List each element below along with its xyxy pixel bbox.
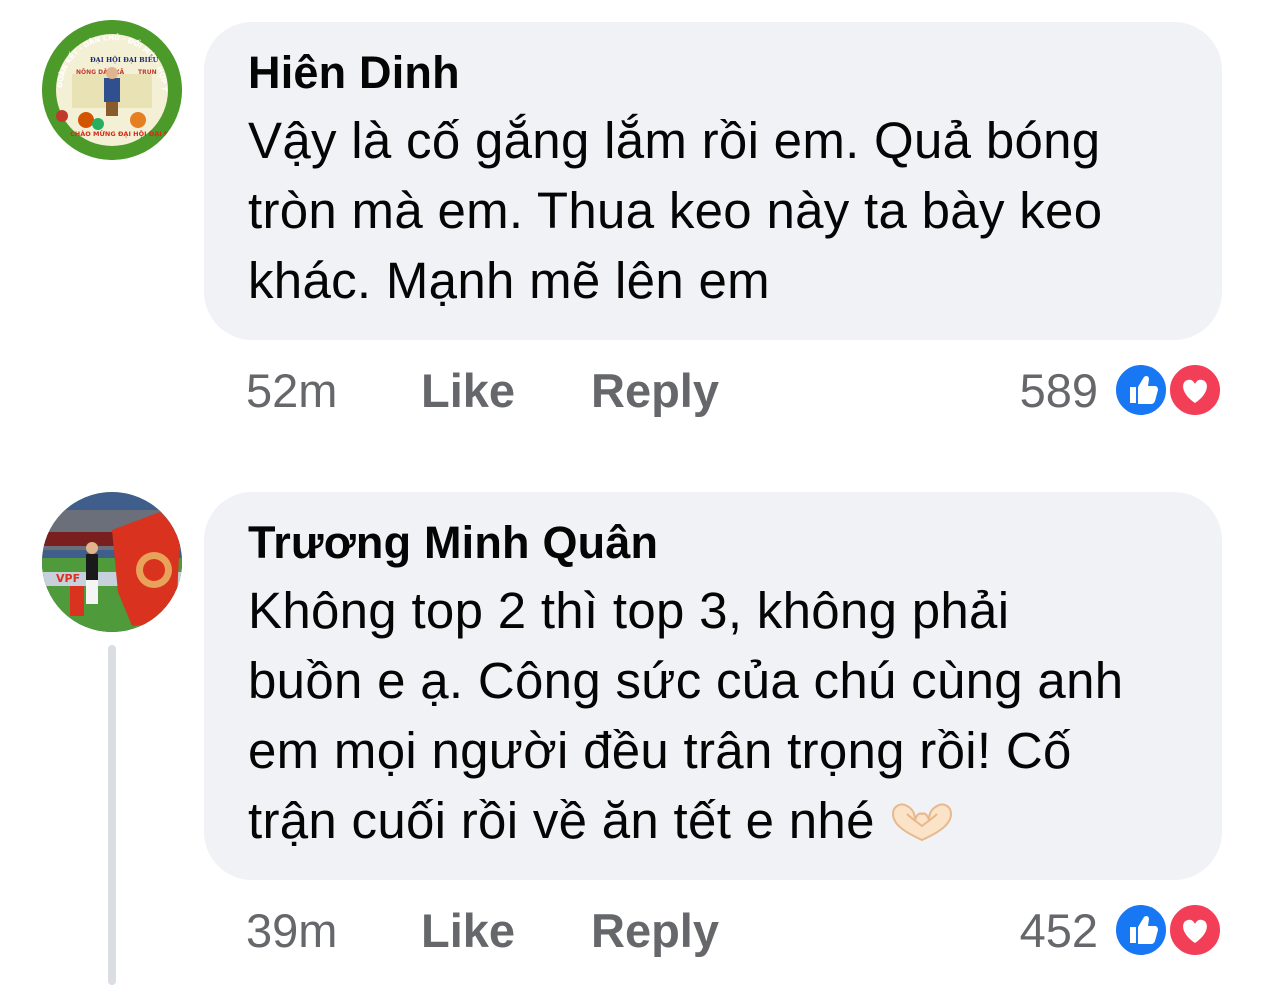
avatar-badge-line: TRUN bbox=[138, 69, 157, 76]
comment-text: Không top 2 thì top 3, không phải buồn e… bbox=[248, 576, 1182, 856]
heart-hands-icon bbox=[889, 792, 955, 849]
avatar-badge-line: VPF bbox=[56, 572, 80, 585]
comment-timestamp[interactable]: 52m bbox=[246, 363, 421, 418]
comment-text-line: Không top 2 thì top 3, không phải bbox=[248, 582, 1010, 639]
comment-text-line: tròn mà em. Thua keo này ta bày keo bbox=[248, 182, 1103, 239]
reaction-summary[interactable]: 589 bbox=[1020, 360, 1224, 420]
comment-text-segment: trận cuối rồi về ăn tết e nhé bbox=[248, 792, 875, 849]
comment-bubble: Trương Minh Quân Không top 2 thì top 3, … bbox=[204, 492, 1222, 880]
comment-text-line: Vậy là cố gắng lắm rồi em. Quả bóng bbox=[248, 112, 1101, 169]
comment-text-line: khác. Mạnh mẽ lên em bbox=[248, 252, 770, 309]
love-icon bbox=[1166, 361, 1224, 419]
like-icon bbox=[1112, 361, 1170, 419]
reaction-count: 452 bbox=[1019, 903, 1098, 957]
like-button[interactable]: Like bbox=[421, 363, 591, 418]
comment-author[interactable]: Trương Minh Quân bbox=[248, 518, 1182, 568]
avatar[interactable]: VPF bbox=[42, 492, 182, 632]
comment-text-line: em mọi người đều trân trọng rồi! Cố bbox=[248, 722, 1072, 779]
emoji-heart-hands bbox=[892, 803, 953, 842]
thread-line bbox=[108, 645, 116, 985]
reaction-count: 589 bbox=[1019, 363, 1098, 417]
reaction-icons bbox=[1112, 361, 1224, 419]
reaction-summary[interactable]: 452 bbox=[1020, 900, 1224, 960]
avatar-image: VPF bbox=[42, 492, 182, 632]
comment-actions: 52m Like Reply bbox=[246, 360, 719, 420]
comment-author[interactable]: Hiên Dinh bbox=[248, 48, 1182, 98]
comment-text-line: buồn e ạ. Công sức của chú cùng anh bbox=[248, 652, 1124, 709]
comment-bubble: Hiên Dinh Vậy là cố gắng lắm rồi em. Quả… bbox=[204, 22, 1222, 340]
reply-button[interactable]: Reply bbox=[591, 363, 719, 418]
comment-timestamp[interactable]: 39m bbox=[246, 903, 421, 958]
comment-text-line: trận cuối rồi về ăn tết e nhé bbox=[248, 786, 1182, 856]
avatar[interactable]: ĐOÀN KẾT · DÂN CHỦ · ĐỔI MỚI · HỢP TÁC ·… bbox=[42, 20, 182, 160]
like-icon bbox=[1112, 901, 1170, 959]
like-button[interactable]: Like bbox=[421, 903, 591, 958]
avatar-badge-line: CHÀO MỪNG ĐẠI HỘI ĐẠI BIỂU bbox=[70, 128, 181, 138]
comment-text: Vậy là cố gắng lắm rồi em. Quả bóng tròn… bbox=[248, 106, 1182, 316]
reaction-icons bbox=[1112, 901, 1224, 959]
reply-button[interactable]: Reply bbox=[591, 903, 719, 958]
avatar-image: ĐOÀN KẾT · DÂN CHỦ · ĐỔI MỚI · HỢP TÁC ·… bbox=[42, 20, 182, 160]
love-icon bbox=[1166, 901, 1224, 959]
comment-actions: 39m Like Reply bbox=[246, 900, 719, 960]
